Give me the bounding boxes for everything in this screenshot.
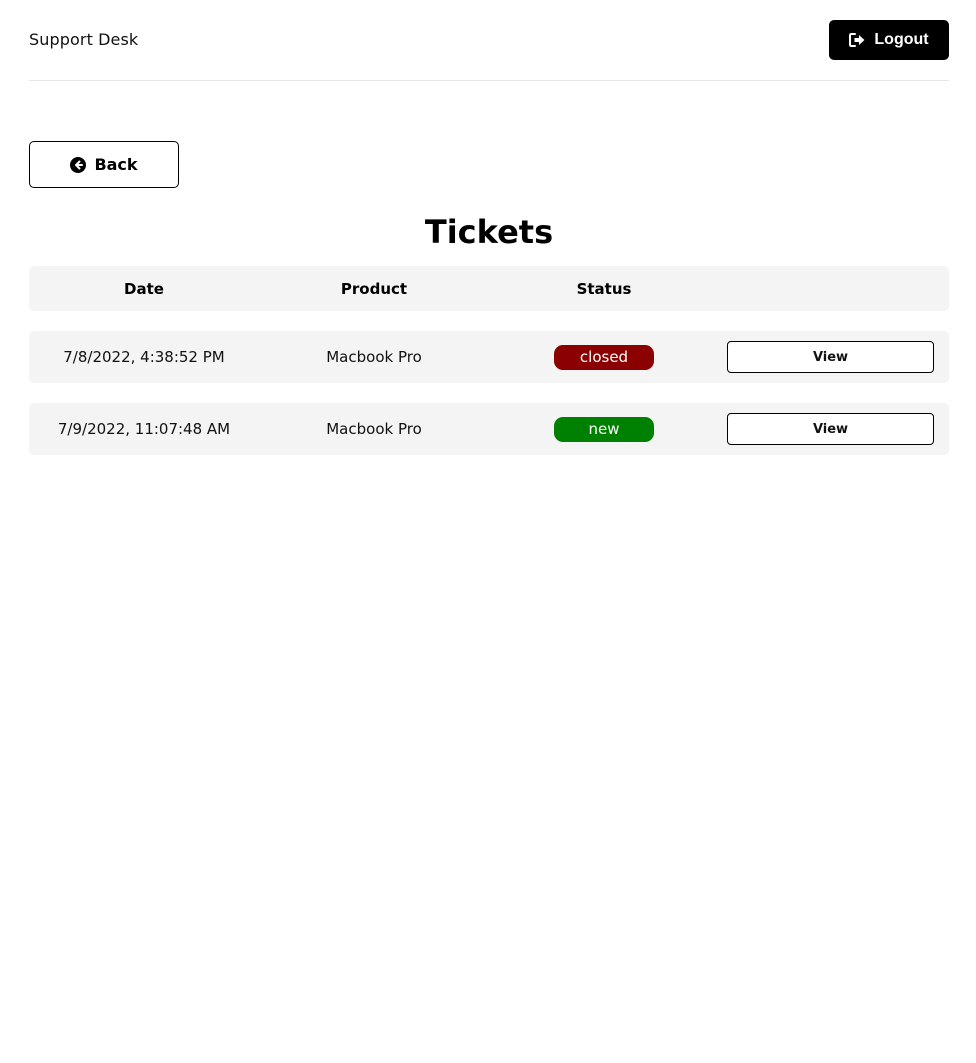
brand-link[interactable]: Support Desk [29, 30, 138, 49]
sign-out-icon [849, 33, 865, 47]
ticket-status-cell: new [489, 416, 719, 442]
view-ticket-button[interactable]: View [727, 341, 934, 373]
view-ticket-button[interactable]: View [727, 413, 934, 445]
column-header-product: Product [340, 279, 408, 298]
column-header-date: Date [124, 279, 164, 298]
page-title: Tickets [424, 213, 554, 251]
back-label: Back [94, 155, 138, 174]
ticket-action-cell: View [719, 341, 949, 373]
arrow-circle-left-icon [70, 156, 87, 173]
status-badge: new [554, 416, 654, 442]
ticket-date: 7/8/2022, 4:38:52 PM [63, 348, 225, 366]
ticket-status-cell: closed [489, 344, 719, 370]
back-button[interactable]: Back [29, 141, 179, 188]
tickets-table-header: Date Product Status [29, 266, 949, 311]
ticket-date: 7/9/2022, 11:07:48 AM [57, 420, 231, 438]
status-badge: closed [554, 344, 654, 370]
logout-label: Logout [874, 31, 929, 48]
ticket-row: 7/8/2022, 4:38:52 PM Macbook Pro closed … [29, 331, 949, 383]
ticket-action-cell: View [719, 413, 949, 445]
column-header-status: Status [576, 279, 632, 298]
logout-button[interactable]: Logout [829, 20, 949, 60]
ticket-product: Macbook Pro [326, 420, 422, 438]
app-header: Support Desk Logout [29, 0, 949, 81]
ticket-product: Macbook Pro [326, 348, 422, 366]
ticket-row: 7/9/2022, 11:07:48 AM Macbook Pro new Vi… [29, 403, 949, 455]
